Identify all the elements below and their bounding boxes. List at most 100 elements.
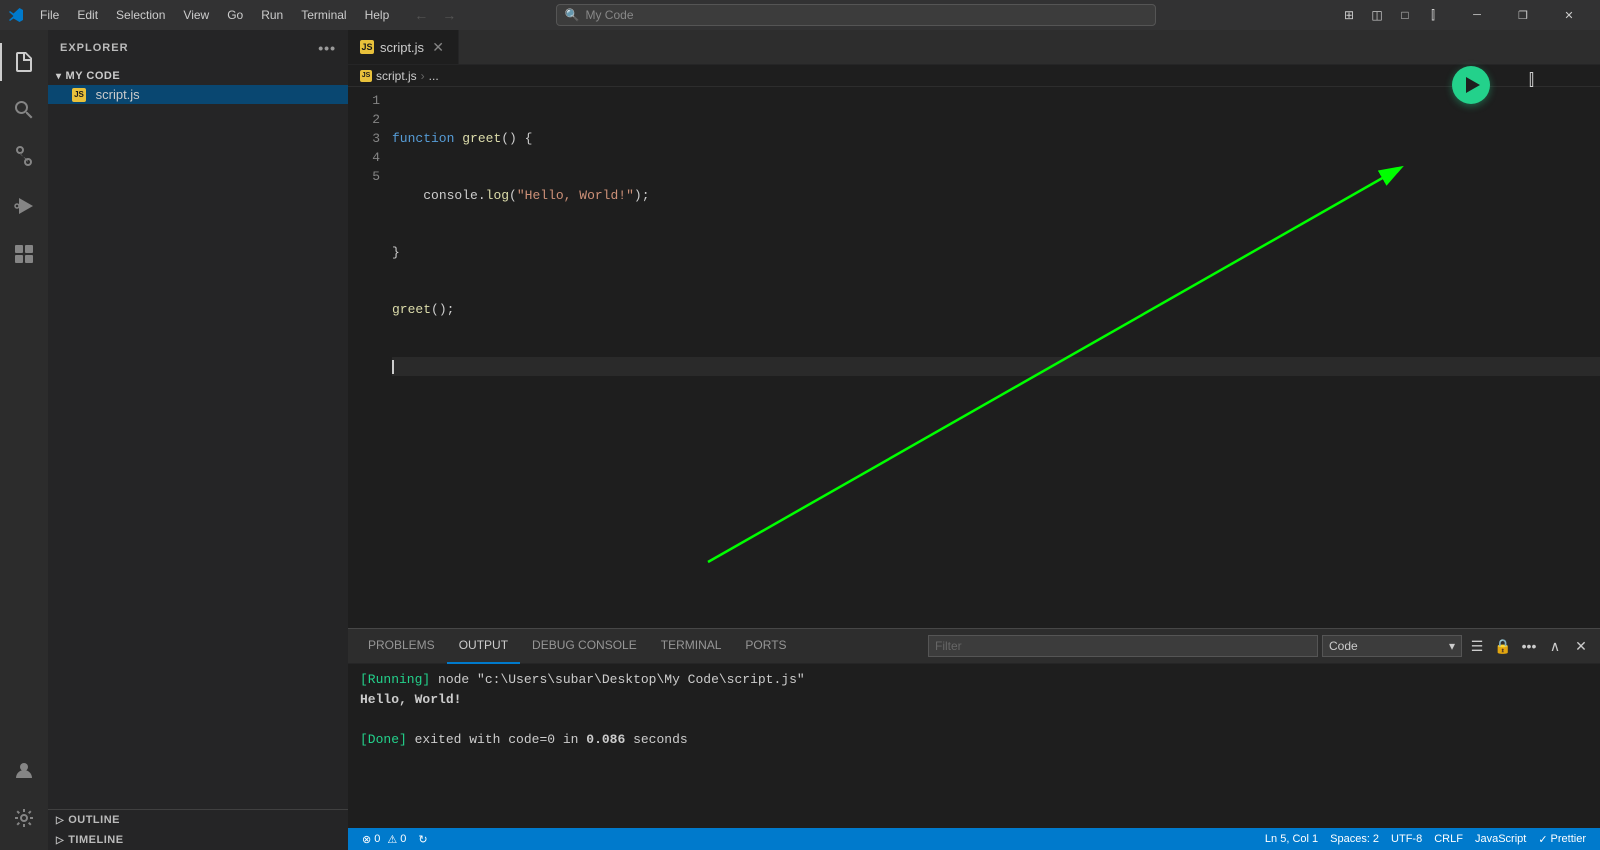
nav-back-button[interactable]: ← xyxy=(409,4,433,26)
panel-dropdown-label: Code xyxy=(1329,639,1358,653)
sidebar-actions: ••• xyxy=(318,40,336,56)
sidebar-toggle[interactable]: ◫ xyxy=(1364,4,1390,26)
menu-edit[interactable]: Edit xyxy=(69,4,106,26)
titlebar: File Edit Selection View Go Run Terminal… xyxy=(0,0,1600,30)
check-icon: ✓ xyxy=(1538,833,1547,846)
status-spaces[interactable]: Spaces: 2 xyxy=(1324,828,1385,850)
folder-arrow-icon: ▾ xyxy=(56,71,62,82)
panel-tab-output[interactable]: OUTPUT xyxy=(447,629,520,664)
output-running-label: [Running] xyxy=(360,672,430,687)
status-errors[interactable]: ⊗ 0 ⚠ 0 xyxy=(356,828,412,850)
tab-name: script.js xyxy=(380,40,424,55)
activity-bar xyxy=(0,30,48,850)
panel-list-icon[interactable]: ☰ xyxy=(1466,635,1488,657)
tab-close-button[interactable]: ✕ xyxy=(430,39,446,55)
folder-header[interactable]: ▾ MY CODE xyxy=(48,67,348,85)
nav-forward-button[interactable]: → xyxy=(437,4,461,26)
panel-tab-bar: PROBLEMS OUTPUT DEBUG CONSOLE TERMINAL P… xyxy=(348,629,1600,664)
activity-explorer[interactable] xyxy=(0,38,48,86)
activity-extensions[interactable] xyxy=(0,230,48,278)
file-item-scriptjs[interactable]: JS script.js xyxy=(48,85,348,104)
line-num-4: 4 xyxy=(356,148,380,167)
menu-bar: File Edit Selection View Go Run Terminal… xyxy=(32,4,397,26)
split-editor-button[interactable]: ⫿ xyxy=(1529,72,1534,90)
close-button[interactable]: ✕ xyxy=(1546,0,1592,30)
run-code-button[interactable] xyxy=(1452,66,1490,104)
panel-filter-input[interactable] xyxy=(928,635,1318,657)
panel-tab-ports[interactable]: PORTS xyxy=(733,629,798,664)
line-num-5: 5 xyxy=(356,167,380,186)
menu-run[interactable]: Run xyxy=(253,4,291,26)
panel-source-dropdown[interactable]: Code ▾ xyxy=(1322,635,1462,657)
tab-scriptjs[interactable]: JS script.js ✕ xyxy=(348,30,459,64)
folder-section: ▾ MY CODE JS script.js xyxy=(48,65,348,106)
line-numbers: 1 2 3 4 5 xyxy=(348,87,388,628)
command-palette[interactable]: 🔍 My Code xyxy=(556,4,1156,26)
status-encoding[interactable]: UTF-8 xyxy=(1385,828,1428,850)
line-num-2: 2 xyxy=(356,110,380,129)
outline-label: OUTLINE xyxy=(68,814,120,826)
panel-toggle[interactable]: □ xyxy=(1392,4,1418,26)
menu-selection[interactable]: Selection xyxy=(108,4,173,26)
line-num-3: 3 xyxy=(356,129,380,148)
panel-tab-problems[interactable]: PROBLEMS xyxy=(356,629,447,664)
restore-button[interactable]: ❐ xyxy=(1500,0,1546,30)
tab-js-icon: JS xyxy=(360,40,374,54)
menu-help[interactable]: Help xyxy=(357,4,398,26)
code-content[interactable]: function greet() { console.log("Hello, W… xyxy=(388,87,1600,628)
status-ln-col[interactable]: Ln 5, Col 1 xyxy=(1259,828,1324,850)
panel-actions: Code ▾ ☰ 🔒 ••• ∧ ✕ xyxy=(928,635,1592,657)
panel: PROBLEMS OUTPUT DEBUG CONSOLE TERMINAL P… xyxy=(348,628,1600,828)
menu-view[interactable]: View xyxy=(175,4,217,26)
activity-run-debug[interactable] xyxy=(0,182,48,230)
outline-section[interactable]: ▷ OUTLINE xyxy=(48,810,348,830)
output-line-3 xyxy=(360,710,1588,730)
code-line-5 xyxy=(392,357,1600,376)
panel-expand-icon[interactable]: ∧ xyxy=(1544,635,1566,657)
menu-terminal[interactable]: Terminal xyxy=(293,4,354,26)
panel-tab-terminal[interactable]: TERMINAL xyxy=(649,629,734,664)
line-num-1: 1 xyxy=(356,91,380,110)
panel-lock-icon[interactable]: 🔒 xyxy=(1492,635,1514,657)
status-prettier[interactable]: ✓ Prettier xyxy=(1532,828,1592,850)
play-icon xyxy=(1466,77,1480,93)
js-file-icon: JS xyxy=(72,88,86,102)
panel-overflow-icon[interactable]: ••• xyxy=(1518,635,1540,657)
code-editor[interactable]: 1 2 3 4 5 function greet() { console.log… xyxy=(348,87,1600,628)
code-line-4: greet(); xyxy=(392,300,1600,319)
timeline-section[interactable]: ▷ TIMELINE xyxy=(48,830,348,850)
chevron-down-icon: ▾ xyxy=(1449,639,1455,653)
sidebar-header: EXPLORER ••• xyxy=(48,30,348,65)
split-editor[interactable]: ⫿ xyxy=(1420,4,1446,26)
sidebar-footer: ▷ OUTLINE ▷ TIMELINE xyxy=(48,809,348,850)
vscode-logo xyxy=(8,7,24,23)
menu-file[interactable]: File xyxy=(32,4,67,26)
breadcrumb-more[interactable]: ... xyxy=(429,69,439,83)
warnings-count: 0 xyxy=(400,833,406,845)
activity-search[interactable] xyxy=(0,86,48,134)
output-done-text: exited with code=0 in 0.086 seconds xyxy=(415,732,688,747)
status-line-ending[interactable]: CRLF xyxy=(1428,828,1469,850)
status-sync[interactable]: ↻ xyxy=(412,828,433,850)
nav-buttons: ← → xyxy=(409,4,461,26)
search-text: My Code xyxy=(585,8,633,22)
titlebar-actions: ⊞ ◫ □ ⫿ xyxy=(1336,4,1446,26)
minimize-button[interactable]: ─ xyxy=(1454,0,1500,30)
errors-count: 0 xyxy=(374,833,380,845)
code-line-1: function greet() { xyxy=(392,129,1600,148)
panel-close-icon[interactable]: ✕ xyxy=(1570,635,1592,657)
text-cursor xyxy=(392,360,394,374)
activity-accounts[interactable] xyxy=(0,746,48,794)
prettier-label: Prettier xyxy=(1551,833,1586,845)
status-right: Ln 5, Col 1 Spaces: 2 UTF-8 CRLF JavaScr… xyxy=(1259,828,1592,850)
panel-tab-debug[interactable]: DEBUG CONSOLE xyxy=(520,629,649,664)
breadcrumb: JS script.js › ... xyxy=(348,65,1600,87)
layout-icon[interactable]: ⊞ xyxy=(1336,4,1362,26)
menu-go[interactable]: Go xyxy=(219,4,251,26)
activity-settings[interactable] xyxy=(0,794,48,842)
output-done-label: [Done] xyxy=(360,732,407,747)
breadcrumb-file[interactable]: script.js xyxy=(376,69,417,83)
sidebar-overflow-button[interactable]: ••• xyxy=(318,40,336,56)
status-language[interactable]: JavaScript xyxy=(1469,828,1532,850)
activity-source-control[interactable] xyxy=(0,134,48,182)
